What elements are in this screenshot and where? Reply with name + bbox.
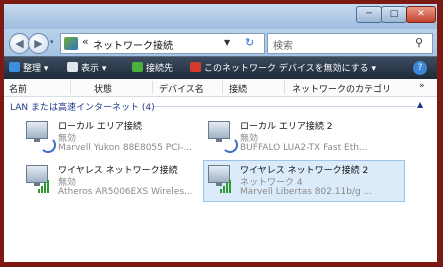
network-folder-icon: [64, 37, 78, 50]
minimize-button[interactable]: ─: [356, 6, 382, 23]
monitor-icon: [26, 121, 48, 142]
column-connectivity[interactable]: 接続: [229, 82, 247, 95]
search-placeholder: 検索: [273, 41, 293, 52]
connect-label: 接続先: [146, 64, 174, 74]
maximize-button[interactable]: □: [381, 6, 407, 23]
network-cable-icon: [222, 137, 238, 153]
connection-device: Marvell Yukon 88E8055 PCI-...: [58, 143, 192, 153]
connection-device: BUFFALO LUA2-TX Fast Eth...: [240, 143, 368, 153]
wireless-signal-icon: [220, 179, 234, 193]
organize-label: 整理 ▾: [23, 64, 49, 74]
more-columns-chevron[interactable]: »: [419, 81, 425, 91]
column-header-row: 名前 状態 デバイス名 接続 ネットワークのカテゴリ »: [4, 79, 437, 97]
connection-device: Marvell Libertas 802.11b/g ...: [240, 187, 373, 197]
forward-button[interactable]: ▶: [28, 33, 49, 54]
column-network-category[interactable]: ネットワークのカテゴリ: [292, 82, 391, 95]
group-header[interactable]: LAN または高速インターネット (4): [10, 100, 155, 113]
column-status[interactable]: 状態: [94, 82, 112, 95]
column-name[interactable]: 名前: [9, 82, 27, 95]
column-divider[interactable]: [152, 81, 153, 94]
refresh-icon[interactable]: ↻: [245, 36, 254, 49]
connection-item-local-area-2[interactable]: ローカル エリア接続 2 無効 BUFFALO LUA2-TX Fast Eth…: [204, 117, 404, 157]
connection-item-local-area[interactable]: ローカル エリア接続 無効 Marvell Yukon 88E8055 PCI-…: [22, 117, 222, 157]
views-button[interactable]: 表示 ▾: [67, 61, 106, 74]
breadcrumb-overflow[interactable]: «: [82, 35, 89, 48]
group-divider: [154, 106, 416, 107]
column-divider[interactable]: [70, 81, 71, 94]
organize-button[interactable]: 整理 ▾: [9, 61, 48, 74]
column-device-name[interactable]: デバイス名: [159, 82, 204, 95]
wireless-signal-icon: [38, 179, 52, 193]
organize-icon: [9, 62, 20, 72]
disable-icon: [190, 62, 201, 72]
outer-frame: ─ □ ✕ ◀ ▶ ▾ « ネットワーク接続 ▼ ↻ 検索 ⚲ 整理 ▾ 表示 …: [0, 0, 443, 267]
search-input[interactable]: 検索 ⚲: [267, 33, 433, 54]
explorer-window: ─ □ ✕ ◀ ▶ ▾ « ネットワーク接続 ▼ ↻ 検索 ⚲ 整理 ▾ 表示 …: [4, 4, 437, 262]
search-icon[interactable]: ⚲: [415, 36, 423, 49]
help-button[interactable]: ?: [413, 61, 427, 75]
network-cable-icon: [40, 137, 56, 153]
column-divider[interactable]: [284, 81, 285, 94]
back-button[interactable]: ◀: [9, 33, 30, 54]
breadcrumb-network-connections[interactable]: ネットワーク接続: [93, 37, 173, 52]
disable-device-button[interactable]: このネットワーク デバイスを無効にする ▾: [190, 61, 376, 74]
connection-device: Atheros AR5006EXS Wireles...: [58, 187, 193, 197]
connection-item-wireless[interactable]: ワイヤレス ネットワーク接続 無効 Atheros AR5006EXS Wire…: [22, 161, 222, 201]
recent-pages-dropdown[interactable]: ▾: [50, 38, 54, 46]
connection-item-wireless-2[interactable]: ワイヤレス ネットワーク接続 2 ネットワーク 4 Marvell Libert…: [203, 160, 405, 202]
title-bar: ─ □ ✕: [4, 4, 437, 29]
address-row: ◀ ▶ ▾ « ネットワーク接続 ▼ ↻ 検索 ⚲: [4, 29, 437, 56]
views-label: 表示 ▾: [81, 64, 107, 74]
monitor-icon: [208, 121, 230, 142]
close-button[interactable]: ✕: [406, 6, 436, 23]
connect-icon: [132, 62, 143, 72]
address-dropdown-icon[interactable]: ▼: [224, 38, 230, 47]
command-bar: 整理 ▾ 表示 ▾ 接続先 このネットワーク デバイスを無効にする ▾ ?: [4, 56, 437, 79]
address-bar[interactable]: « ネットワーク接続 ▼ ↻: [60, 33, 265, 54]
views-icon: [67, 62, 78, 72]
connect-to-button[interactable]: 接続先: [132, 61, 173, 74]
disable-label: このネットワーク デバイスを無効にする ▾: [204, 64, 377, 74]
file-list: LAN または高速インターネット (4) ▲ ローカル エリア接続 無効 Mar…: [4, 97, 437, 262]
collapse-group-icon[interactable]: ▲: [417, 100, 423, 109]
column-divider[interactable]: [222, 81, 223, 94]
